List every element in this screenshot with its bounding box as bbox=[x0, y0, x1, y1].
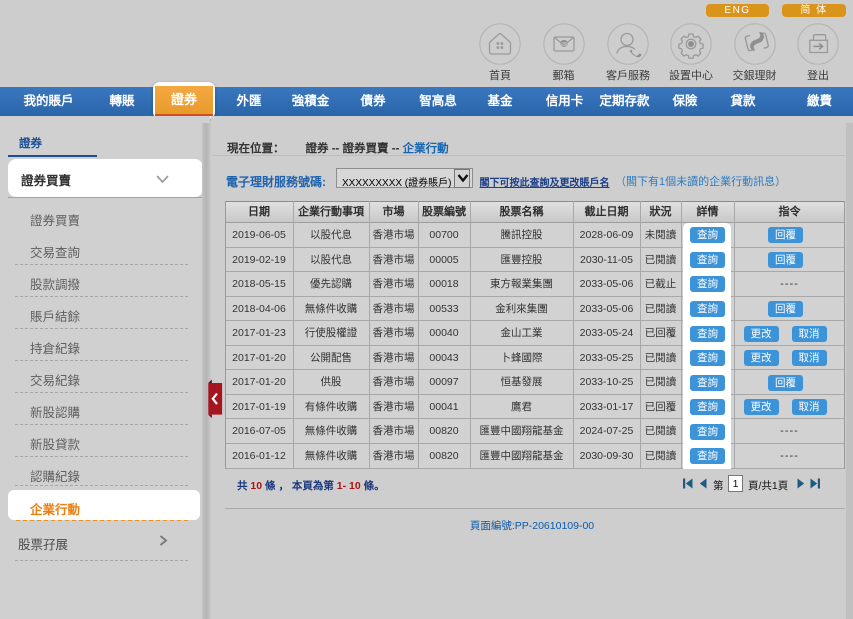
svg-text:@: @ bbox=[560, 41, 567, 48]
